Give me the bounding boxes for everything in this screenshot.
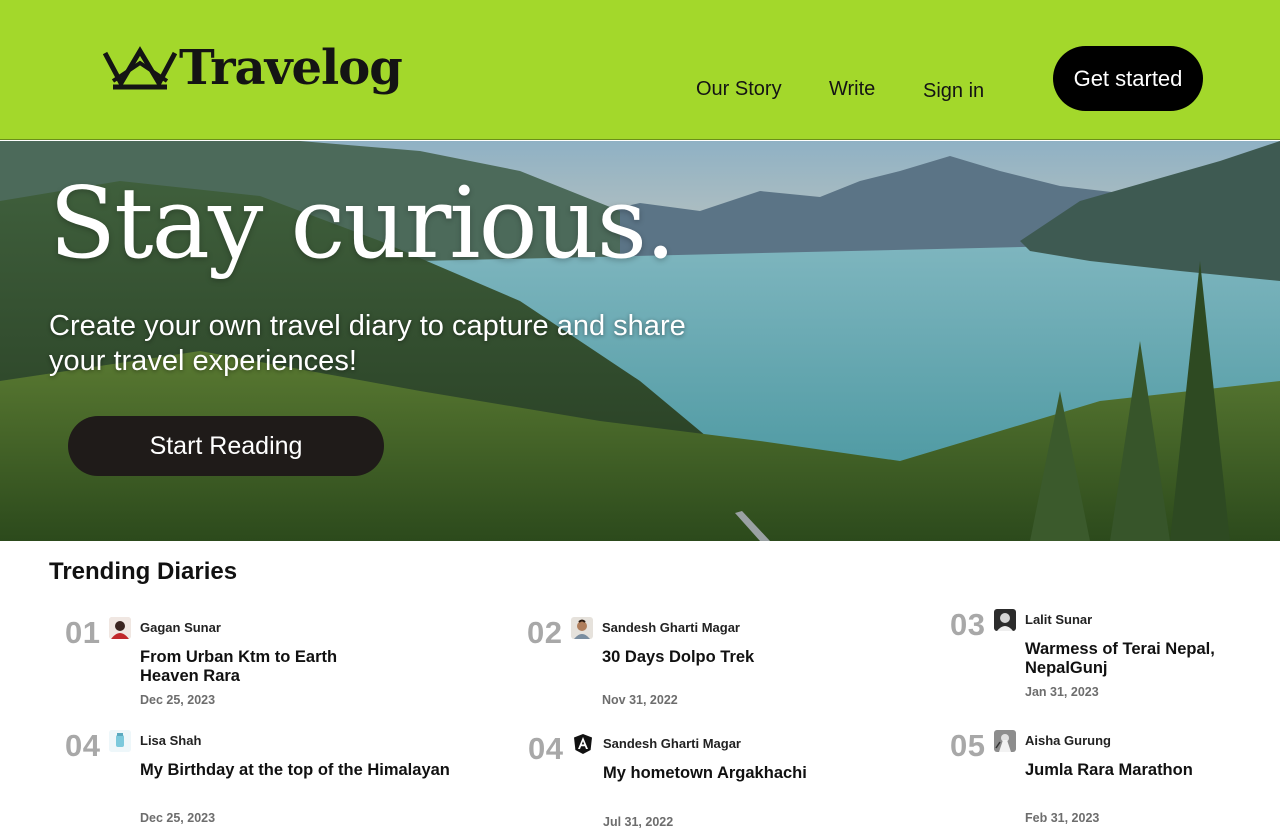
nav-sign-in[interactable]: Sign in xyxy=(923,80,984,103)
trending-item[interactable]: 03 Lalit Sunar Warmess of Terai Nepal, N… xyxy=(950,607,1280,707)
author-name[interactable]: Sandesh Gharti Magar xyxy=(603,736,741,751)
hero-section: Stay curious. Create your own travel dia… xyxy=(0,141,1280,541)
start-reading-button[interactable]: Start Reading xyxy=(68,416,384,476)
author-name[interactable]: Aisha Gurung xyxy=(1025,733,1111,748)
cup-icon xyxy=(109,730,131,752)
nav-write[interactable]: Write xyxy=(829,78,875,101)
diary-title[interactable]: From Urban Ktm to Earth Heaven Rara xyxy=(140,648,390,686)
diary-title[interactable]: 30 Days Dolpo Trek xyxy=(602,648,852,667)
diary-date: Nov 31, 2022 xyxy=(602,693,678,707)
trending-item[interactable]: 04 Sandesh Gharti Magar My hometown Arga… xyxy=(528,731,858,831)
author-name[interactable]: Lisa Shah xyxy=(140,733,201,748)
get-started-button[interactable]: Get started xyxy=(1053,46,1203,111)
rank-number: 01 xyxy=(65,615,101,650)
diary-date: Dec 25, 2023 xyxy=(140,811,216,825)
diary-date: Jan 31, 2023 xyxy=(1025,685,1099,699)
rank-number: 04 xyxy=(528,731,564,766)
rank-number: 05 xyxy=(950,728,986,763)
angular-icon xyxy=(572,733,594,755)
crown-icon xyxy=(103,46,177,90)
trending-item[interactable]: 01 Gagan Sunar From Urban Ktm to Earth H… xyxy=(65,615,395,715)
trending-item[interactable]: 02 Sandesh Gharti Magar 30 Days Dolpo Tr… xyxy=(527,615,857,715)
logo[interactable]: Travelog xyxy=(103,40,403,96)
author-avatar-icon xyxy=(109,617,131,639)
diary-title[interactable]: My Birthday at the top of the Himalayan xyxy=(140,761,470,780)
diary-title[interactable]: Jumla Rara Marathon xyxy=(1025,761,1275,780)
diary-date: Dec 25, 2023 xyxy=(140,693,216,707)
author-avatar-icon xyxy=(571,617,593,639)
author-name[interactable]: Sandesh Gharti Magar xyxy=(602,620,740,635)
rank-number: 04 xyxy=(65,728,101,763)
rank-number: 03 xyxy=(950,607,986,642)
nav-our-story[interactable]: Our Story xyxy=(696,78,782,101)
diary-title[interactable]: My hometown Argakhachi xyxy=(603,764,853,783)
author-avatar-icon xyxy=(994,609,1016,631)
diary-title[interactable]: Warmess of Terai Nepal, NepalGunj xyxy=(1025,640,1275,678)
trending-item[interactable]: 04 Lisa Shah My Birthday at the top of t… xyxy=(65,728,450,828)
hero-subtitle: Create your own travel diary to capture … xyxy=(49,310,686,377)
trending-diaries-heading: Trending Diaries xyxy=(49,558,238,585)
author-name[interactable]: Gagan Sunar xyxy=(140,620,221,635)
diary-date: Jul 31, 2022 xyxy=(603,815,674,829)
logo-text: Travelog xyxy=(179,40,403,96)
diary-date: Feb 31, 2023 xyxy=(1025,811,1100,825)
author-avatar-icon xyxy=(994,730,1016,752)
top-navbar: Travelog Our Story Write Sign in Get sta… xyxy=(0,0,1280,140)
hero-title: Stay curious. xyxy=(49,167,676,281)
author-name[interactable]: Lalit Sunar xyxy=(1025,612,1092,627)
trending-item[interactable]: 05 Aisha Gurung Jumla Rara Marathon Feb … xyxy=(950,728,1280,828)
rank-number: 02 xyxy=(527,615,563,650)
